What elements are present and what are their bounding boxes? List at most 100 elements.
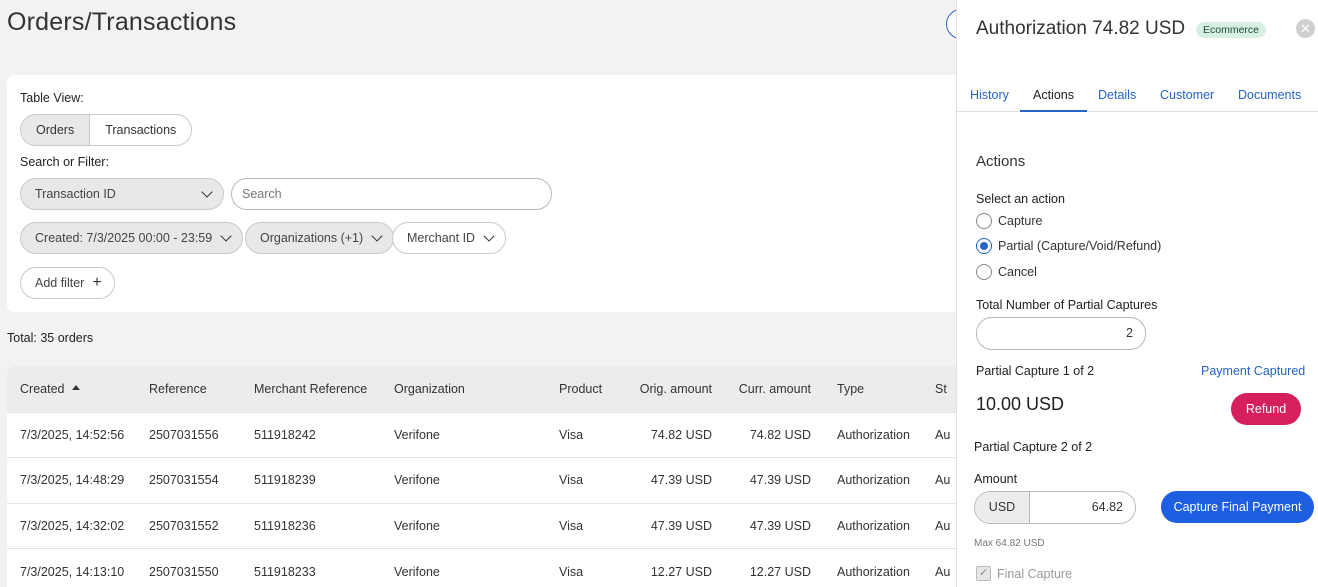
currency-addon: USD (975, 492, 1030, 523)
column-header-curr-amount[interactable]: Curr. amount (725, 366, 824, 412)
column-header-status[interactable]: St (922, 366, 956, 412)
final-capture-checkbox-row: ✓ Final Capture (976, 566, 1072, 581)
filter-organizations-label: Organizations (+1) (260, 231, 364, 245)
radio-button-selected[interactable] (976, 238, 992, 254)
filter-organizations[interactable]: Organizations (+1) (245, 222, 395, 254)
table-cell: Au (922, 548, 956, 587)
table-row[interactable]: 7/3/2025, 14:32:02 2507031552 511918236 Ver… (7, 502, 956, 549)
filter-card: Table View: Orders Transactions Search o… (7, 75, 956, 312)
table-cell: 12.27 USD (725, 548, 824, 587)
column-header-reference[interactable]: Reference (136, 366, 241, 412)
view-toggle: Orders Transactions (20, 114, 193, 146)
table-cell: Verifone (381, 411, 546, 458)
table-cell: 7/3/2025, 14:52:56 (7, 411, 136, 458)
table-cell: Verifone (381, 548, 546, 587)
main-area: Orders/Transactions Table View: Orders T… (0, 0, 956, 587)
table-cell: Au (922, 457, 956, 503)
table-cell: Verifone (381, 457, 546, 503)
amount-input[interactable]: 64.82 (1030, 492, 1135, 523)
column-header-orig-amount[interactable]: Orig. amount (621, 366, 725, 412)
table-cell: Au (922, 502, 956, 549)
amount-input-group: USD 64.82 (974, 491, 1136, 524)
tab-documents[interactable]: Documents (1238, 88, 1301, 102)
panel-title: Authorization 74.82 USD (976, 18, 1186, 39)
table-cell: 7/3/2025, 14:48:29 (7, 457, 136, 503)
view-tab-transactions[interactable]: Transactions (90, 115, 191, 145)
table-cell: 2507031552 (136, 502, 241, 549)
table-row[interactable]: 7/3/2025, 14:48:29 2507031554 511918239 Ver… (7, 457, 956, 503)
filter-created-label: Created: 7/3/2025 00:00 - 23:59 (35, 231, 213, 245)
table-cell: Verifone (381, 502, 546, 549)
view-tab-orders[interactable]: Orders (21, 115, 91, 145)
filter-merchant-id[interactable]: Merchant ID (392, 222, 507, 254)
search-field-select-value: Transaction ID (35, 187, 116, 201)
final-capture-checkbox[interactable]: ✓ (976, 566, 991, 581)
action-option-cancel[interactable]: Cancel (976, 264, 1037, 280)
table-cell: 2507031550 (136, 548, 241, 587)
table-cell: Au (922, 411, 956, 458)
action-option-label: Partial (Capture/Void/Refund) (998, 239, 1162, 253)
search-input[interactable] (231, 178, 552, 210)
table-cell: 74.82 USD (621, 411, 725, 458)
total-count: Total: 35 orders (7, 331, 94, 345)
refund-button[interactable]: Refund (1231, 393, 1301, 425)
action-option-capture[interactable]: Capture (976, 213, 1042, 229)
column-header-product[interactable]: Product (546, 366, 621, 412)
table-cell: 47.39 USD (621, 457, 725, 503)
table-cell: 74.82 USD (725, 411, 824, 458)
total-partial-captures-input[interactable]: 2 (976, 317, 1146, 350)
tab-history[interactable]: History (970, 88, 1009, 102)
table-cell: Visa (546, 502, 621, 549)
partial-capture-1-label: Partial Capture 1 of 2 (976, 364, 1095, 378)
table-cell: 2507031554 (136, 457, 241, 503)
action-option-label: Capture (998, 214, 1043, 228)
chevron-down-icon (220, 230, 232, 242)
table-cell: 7/3/2025, 14:13:10 (7, 548, 136, 587)
payment-captured-status[interactable]: Payment Captured (1201, 364, 1305, 378)
table-row[interactable]: 7/3/2025, 14:52:56 2507031556 511918242 Ver… (7, 411, 956, 458)
table-cell: Visa (546, 457, 621, 503)
table-row[interactable]: 7/3/2025, 14:13:10 2507031550 511918233 Ver… (7, 548, 956, 587)
tab-customer[interactable]: Customer (1160, 88, 1214, 102)
search-field-select[interactable]: Transaction ID (20, 178, 224, 210)
chevron-down-icon (201, 186, 213, 198)
final-capture-label: Final Capture (997, 566, 1073, 581)
table-cell: 511918242 (241, 411, 381, 458)
table-cell: 47.39 USD (621, 502, 725, 549)
add-filter-label: Add filter (35, 276, 85, 290)
radio-button[interactable] (976, 213, 992, 229)
column-header-created[interactable]: Created (7, 366, 136, 412)
table-view-label: Table View: (20, 91, 84, 105)
close-icon[interactable]: ✕ (1296, 19, 1315, 38)
radio-button[interactable] (976, 264, 992, 280)
tab-details[interactable]: Details (1098, 88, 1136, 102)
table-cell: Authorization (824, 457, 922, 503)
table-cell: 47.39 USD (725, 457, 824, 503)
panel-tabs: History Actions Details Customer Documen… (957, 78, 1318, 112)
plus-icon: + (92, 274, 102, 291)
select-action-label: Select an action (976, 192, 1065, 206)
orders-table: Created Reference Merchant Reference Org… (7, 366, 956, 587)
action-option-partial[interactable]: Partial (Capture/Void/Refund) (976, 238, 1161, 254)
column-header-organization[interactable]: Organization (381, 366, 546, 412)
header-action-button[interactable] (946, 9, 956, 39)
partial-capture-1-amount: 10.00 USD (976, 394, 1065, 414)
table-cell: 511918233 (241, 548, 381, 587)
table-cell: Authorization (824, 502, 922, 549)
filter-created[interactable]: Created: 7/3/2025 00:00 - 23:59 (20, 222, 244, 254)
capture-final-payment-button[interactable]: Capture Final Payment (1161, 491, 1314, 523)
add-filter-button[interactable]: Add filter + (20, 267, 115, 299)
filter-merchant-id-label: Merchant ID (407, 231, 476, 245)
table-header-row: Created Reference Merchant Reference Org… (7, 366, 956, 412)
table-cell: 2507031556 (136, 411, 241, 458)
channel-badge: Ecommerce (1196, 22, 1267, 38)
table-cell: 12.27 USD (621, 548, 725, 587)
table-cell: Visa (546, 411, 621, 458)
column-header-merchant-reference[interactable]: Merchant Reference (241, 366, 381, 412)
tab-actions[interactable]: Actions (1033, 88, 1074, 102)
table-cell: Authorization (824, 548, 922, 587)
column-header-type[interactable]: Type (824, 366, 922, 412)
chevron-down-icon (483, 230, 495, 242)
table-cell: 47.39 USD (725, 502, 824, 549)
table-cell: 511918239 (241, 457, 381, 503)
